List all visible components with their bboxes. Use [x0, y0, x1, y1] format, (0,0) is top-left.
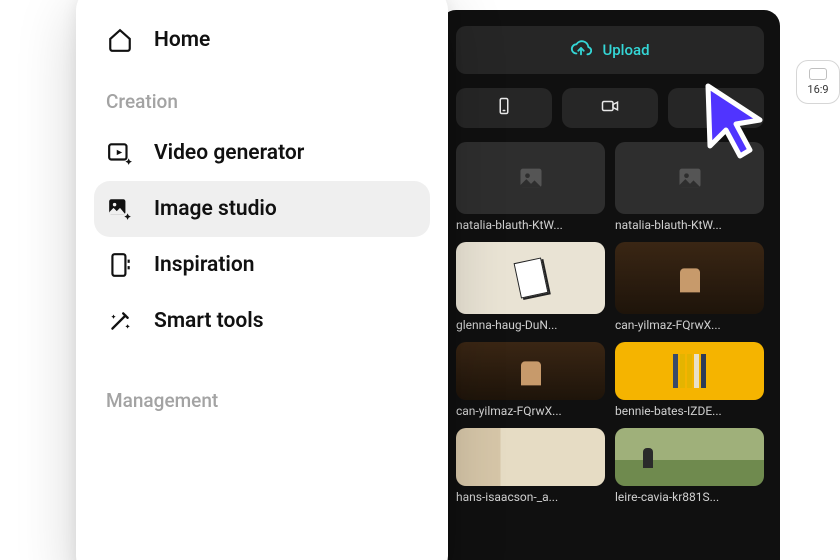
sidebar-item-label: Image studio [154, 197, 277, 221]
sidebar-item-label: Smart tools [154, 309, 264, 333]
canvas-panel [790, 44, 840, 560]
wand-sparkle-icon [106, 307, 134, 335]
video-camera-icon [600, 97, 620, 119]
media-grid: natalia-blauth-KtW... natalia-blauth-KtW… [456, 142, 764, 504]
media-caption: bennie-bates-IZDE... [615, 404, 764, 418]
image-sparkle-icon [106, 195, 134, 223]
upload-button[interactable]: Upload [456, 26, 764, 74]
sidebar-item-home[interactable]: Home [94, 12, 430, 68]
thumb [615, 242, 764, 314]
tab-phone[interactable] [456, 88, 552, 128]
thumb [456, 428, 605, 486]
thumb [615, 342, 764, 400]
media-caption: glenna-haug-DuN... [456, 318, 605, 332]
sidebar-item-label: Home [154, 28, 210, 52]
media-item[interactable]: natalia-blauth-KtW... [615, 142, 764, 232]
media-caption: leire-cavia-kr881S... [615, 490, 764, 504]
upload-label: Upload [602, 41, 649, 59]
sidebar-section-management: Management [94, 349, 430, 424]
sidebar-item-label: Inspiration [154, 253, 254, 277]
media-caption: natalia-blauth-KtW... [615, 218, 764, 232]
media-item[interactable]: glenna-haug-DuN... [456, 242, 605, 332]
media-item[interactable]: leire-cavia-kr881S... [615, 428, 764, 504]
phone-scroll-icon [106, 251, 134, 279]
media-item[interactable]: can-yilmaz-FQrwX... [456, 342, 605, 418]
image-icon [676, 164, 704, 192]
sidebar-item-smart-tools[interactable]: Smart tools [94, 293, 430, 349]
media-caption: natalia-blauth-KtW... [456, 218, 605, 232]
thumb [456, 342, 605, 400]
sidebar-item-video-generator[interactable]: Video generator [94, 125, 430, 181]
media-caption: hans-isaacson-_a... [456, 490, 605, 504]
tab-more[interactable] [668, 88, 764, 128]
thumb [615, 428, 764, 486]
media-item[interactable]: bennie-bates-IZDE... [615, 342, 764, 418]
media-caption: can-yilmaz-FQrwX... [456, 404, 605, 418]
video-sparkle-icon [106, 139, 134, 167]
tab-camera[interactable] [562, 88, 658, 128]
media-item[interactable]: hans-isaacson-_a... [456, 428, 605, 504]
thumb-placeholder [456, 142, 605, 214]
image-icon [517, 164, 545, 192]
sidebar-section-creation: Creation [94, 68, 430, 125]
media-caption: can-yilmaz-FQrwX... [615, 318, 764, 332]
device-tabs [456, 88, 764, 128]
sidebar-item-inspiration[interactable]: Inspiration [94, 237, 430, 293]
thumb [456, 242, 605, 314]
sidebar-item-image-studio[interactable]: Image studio [94, 181, 430, 237]
aspect-ratio-icon [809, 68, 827, 80]
aspect-ratio-button[interactable]: 16:9 [796, 60, 840, 104]
home-icon [106, 26, 134, 54]
phone-icon [495, 97, 513, 119]
media-item[interactable]: natalia-blauth-KtW... [456, 142, 605, 232]
sidebar: Home Creation Video generator Image stud… [76, 0, 448, 560]
media-item[interactable]: can-yilmaz-FQrwX... [615, 242, 764, 332]
aspect-ratio-label: 16:9 [807, 83, 828, 96]
sidebar-item-label: Video generator [154, 141, 304, 165]
media-panel: Upload natalia-bla [440, 10, 780, 560]
thumb-placeholder [615, 142, 764, 214]
cloud-upload-icon [570, 37, 592, 63]
